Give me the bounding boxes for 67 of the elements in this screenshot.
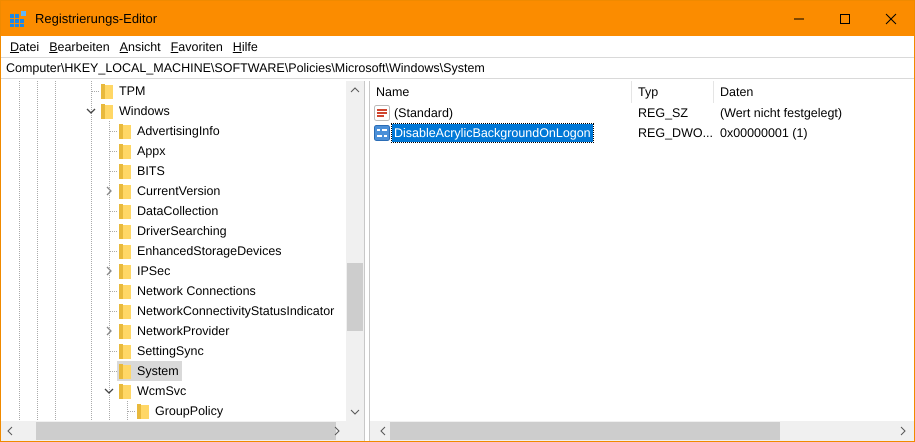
horizontal-scrollbar[interactable] — [1, 421, 364, 441]
tree-item[interactable]: System — [117, 361, 182, 381]
folder-icon — [101, 84, 113, 98]
value-data: (Wert nicht festgelegt) — [719, 104, 842, 122]
tree-item[interactable]: AdvertisingInfo — [117, 121, 223, 141]
scroll-left-icon[interactable] — [380, 426, 386, 436]
tree-item[interactable]: CurrentVersion — [117, 181, 224, 201]
folder-icon — [119, 284, 131, 298]
tree-item[interactable]: WcmSvc — [117, 381, 190, 401]
folder-icon — [119, 344, 131, 358]
tree-item[interactable]: DriverSearching — [117, 221, 230, 241]
scroll-up-icon[interactable] — [350, 87, 360, 93]
menu-item[interactable]: Hilfe — [228, 36, 263, 56]
tree-item[interactable]: NetworkProvider — [117, 321, 232, 341]
folder-icon — [119, 324, 131, 338]
folder-icon — [119, 244, 131, 258]
scroll-right-icon[interactable] — [334, 426, 340, 436]
address-field[interactable]: Computer\HKEY_LOCAL_MACHINE\SOFTWARE\Policies\Microsoft\Windows\System — [1, 57, 914, 79]
folder-icon — [101, 104, 113, 118]
folder-icon — [137, 404, 149, 418]
maximize-icon — [839, 12, 851, 24]
app-icon — [9, 10, 27, 28]
scroll-down-icon[interactable] — [350, 409, 360, 415]
column-header[interactable]: Name — [370, 81, 632, 103]
binary-value-icon — [374, 125, 390, 141]
folder-icon — [119, 124, 131, 138]
folder-icon — [119, 364, 131, 378]
column-header[interactable]: Typ — [632, 81, 714, 103]
string-value-icon — [374, 105, 390, 121]
menu-item[interactable]: Favoriten — [166, 36, 228, 56]
tree-item[interactable]: IPSec — [117, 261, 174, 281]
tree-item[interactable]: Windows — [99, 101, 173, 121]
vertical-scrollbar[interactable] — [346, 81, 364, 421]
folder-icon — [119, 384, 131, 398]
folder-icon — [119, 204, 131, 218]
value-name[interactable]: (Standard) — [392, 104, 456, 122]
menu-item[interactable]: Ansicht — [114, 36, 166, 56]
folder-icon — [119, 164, 131, 178]
tree-item[interactable]: TPM — [99, 81, 148, 101]
tree-item[interactable]: DataCollection — [117, 201, 222, 221]
folder-icon — [119, 224, 131, 238]
folder-icon — [119, 184, 131, 198]
tree-item[interactable]: EnhancedStorageDevices — [117, 241, 285, 261]
value-type: REG_DWO... — [637, 124, 714, 142]
tree-item[interactable]: GroupPolicy — [135, 401, 226, 421]
value-name[interactable]: DisableAcrylicBackgroundOnLogon — [392, 124, 593, 142]
scroll-thumb[interactable] — [36, 422, 336, 440]
column-header[interactable]: Daten — [714, 81, 914, 103]
scroll-thumb[interactable] — [390, 422, 780, 440]
window-title: Registrierungs-Editor — [35, 10, 158, 28]
menu-item[interactable]: Datei — [5, 36, 44, 56]
scroll-left-icon[interactable] — [7, 426, 13, 436]
menu-item[interactable]: Bearbeiten — [44, 36, 115, 56]
folder-icon — [119, 304, 131, 318]
tree-item[interactable]: Network Connections — [117, 281, 259, 301]
value-type: REG_SZ — [637, 104, 690, 122]
tree-item[interactable]: BITS — [117, 161, 168, 181]
tree-item[interactable]: SettingSync — [117, 341, 207, 361]
tree-item[interactable]: NetworkConnectivityStatusIndicator — [117, 301, 338, 321]
close-icon — [885, 12, 897, 24]
scroll-thumb[interactable] — [347, 263, 363, 331]
value-data: 0x00000001 (1) — [719, 124, 808, 142]
horizontal-scrollbar[interactable] — [370, 421, 914, 441]
folder-icon — [119, 144, 131, 158]
scroll-right-icon[interactable] — [900, 426, 906, 436]
folder-icon — [119, 264, 131, 278]
tree-item[interactable]: Appx — [117, 141, 168, 161]
